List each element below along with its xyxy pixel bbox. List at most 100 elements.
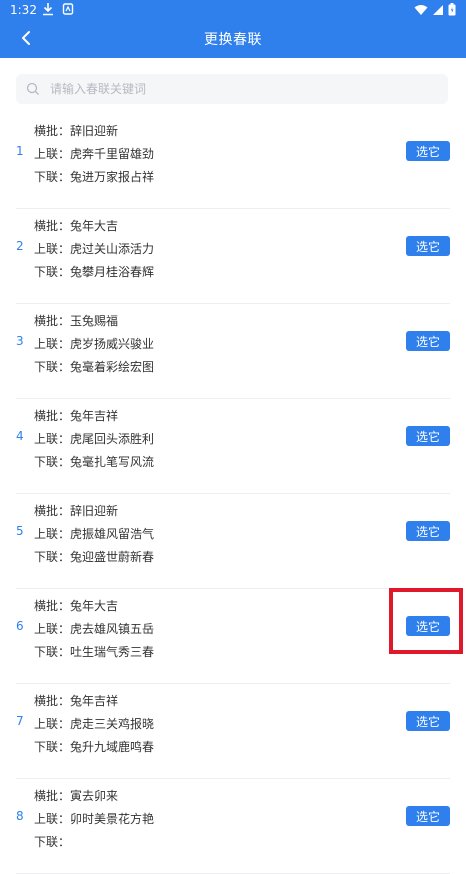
heng-line: 横批：兔年吉祥 xyxy=(34,405,154,428)
xia-line: 下联：兔进万家报占祥 xyxy=(34,166,154,189)
xia-text: 兔毫扎笔写风流 xyxy=(70,455,155,469)
xia-label: 下联： xyxy=(34,645,71,659)
heng-line: 横批：兔年吉祥 xyxy=(34,690,154,713)
heng-line: 横批：兔年大吉 xyxy=(34,215,154,238)
status-time: 1:32 xyxy=(10,3,37,17)
shang-line: 上联：虎岁扬威兴骏业 xyxy=(34,333,154,356)
shang-line: 上联：虎过关山添活力 xyxy=(34,238,154,261)
heng-label: 横批： xyxy=(34,409,71,423)
shang-text: 虎走三关鸡报晓 xyxy=(70,717,155,731)
xia-label: 下联： xyxy=(34,835,71,849)
heng-line: 横批：辞旧迎新 xyxy=(34,500,154,523)
choose-button[interactable]: 选它 xyxy=(406,426,450,446)
heng-text: 兔年大吉 xyxy=(70,599,119,613)
shang-text: 虎岁扬威兴骏业 xyxy=(70,337,155,351)
xia-line: 下联：兔攀月桂浴春辉 xyxy=(34,261,154,284)
status-left-icons xyxy=(42,2,74,16)
choose-button[interactable]: 选它 xyxy=(406,141,450,161)
choose-button[interactable]: 选它 xyxy=(406,236,450,256)
search-bar[interactable] xyxy=(16,74,448,104)
page-title: 更换春联 xyxy=(204,32,262,48)
heng-line: 横批：兔年大吉 xyxy=(34,595,154,618)
choose-button[interactable]: 选它 xyxy=(406,331,450,351)
item-index: 2 xyxy=(16,239,24,253)
choose-button[interactable]: 选它 xyxy=(406,616,450,636)
notification-app-icon xyxy=(62,3,74,15)
heng-label: 横批： xyxy=(34,219,71,233)
heng-line: 横批：辞旧迎新 xyxy=(34,120,154,143)
shang-label: 上联： xyxy=(34,147,71,161)
signal-icon xyxy=(433,4,443,15)
list-item: 7 横批：兔年吉祥 上联：虎走三关鸡报晓 下联：兔升九域鹿鸣春 选它 xyxy=(16,684,450,779)
list-item: 2 横批：兔年大吉 上联：虎过关山添活力 下联：兔攀月桂浴春辉 选它 xyxy=(16,209,450,304)
search-input[interactable] xyxy=(48,81,432,97)
item-index: 1 xyxy=(16,144,24,158)
heng-label: 横批： xyxy=(34,124,71,138)
heng-text: 辞旧迎新 xyxy=(70,504,119,518)
heng-text: 兔年吉祥 xyxy=(70,694,119,708)
heng-text: 兔年吉祥 xyxy=(70,409,119,423)
search-icon xyxy=(26,82,39,95)
shang-label: 上联： xyxy=(34,432,71,446)
xia-label: 下联： xyxy=(34,455,71,469)
shang-line: 上联：虎振雄风留浩气 xyxy=(34,523,154,546)
item-index: 7 xyxy=(16,714,24,728)
status-right-icons xyxy=(414,3,456,16)
xia-line: 下联：兔毫着彩绘宏图 xyxy=(34,356,154,379)
shang-text: 虎过关山添活力 xyxy=(70,242,155,256)
shang-text: 虎振雄风留浩气 xyxy=(70,527,155,541)
xia-line: 下联：吐生瑞气秀三春 xyxy=(34,641,154,664)
shang-text: 虎尾回头添胜利 xyxy=(70,432,155,446)
shang-label: 上联： xyxy=(34,527,71,541)
shang-label: 上联： xyxy=(34,812,71,826)
shang-label: 上联： xyxy=(34,717,71,731)
choose-button[interactable]: 选它 xyxy=(406,711,450,731)
xia-label: 下联： xyxy=(34,550,71,564)
heng-text: 寅去卯来 xyxy=(70,789,119,803)
heng-label: 横批： xyxy=(34,599,71,613)
item-index: 6 xyxy=(16,619,24,633)
shang-line: 上联：虎奔千里留雄劲 xyxy=(34,143,154,166)
shang-text: 虎奔千里留雄劲 xyxy=(70,147,155,161)
heng-line: 横批：寅去卯来 xyxy=(34,785,154,808)
heng-label: 横批： xyxy=(34,314,71,328)
item-index: 5 xyxy=(16,524,24,538)
xia-line: 下联：兔毫扎笔写风流 xyxy=(34,451,154,474)
shang-label: 上联： xyxy=(34,337,71,351)
xia-label: 下联： xyxy=(34,740,71,754)
shang-label: 上联： xyxy=(34,622,71,636)
heng-label: 横批： xyxy=(34,694,71,708)
shang-line: 上联：虎去雄风镇五岳 xyxy=(34,618,154,641)
heng-text: 辞旧迎新 xyxy=(70,124,119,138)
shang-line: 上联：虎走三关鸡报晓 xyxy=(34,713,154,736)
status-bar: 1:32 xyxy=(0,0,466,20)
choose-button[interactable]: 选它 xyxy=(406,806,450,826)
xia-label: 下联： xyxy=(34,265,71,279)
item-index: 8 xyxy=(16,809,24,823)
heng-label: 横批： xyxy=(34,504,71,518)
xia-line: 下联：兔迎盛世蔚新春 xyxy=(34,546,154,569)
xia-text: 兔攀月桂浴春辉 xyxy=(70,265,155,279)
shang-text: 卯时美景花方艳 xyxy=(70,812,155,826)
list-item: 8 横批：寅去卯来 上联：卯时美景花方艳 下联： 选它 xyxy=(16,779,450,874)
heng-label: 横批： xyxy=(34,789,71,803)
list-item: 6 横批：兔年大吉 上联：虎去雄风镇五岳 下联：吐生瑞气秀三春 选它 xyxy=(16,589,450,684)
item-index: 3 xyxy=(16,334,24,348)
item-index: 4 xyxy=(16,429,24,443)
xia-text: 兔迎盛世蔚新春 xyxy=(70,550,155,564)
choose-button[interactable]: 选它 xyxy=(406,521,450,541)
list-item: 1 横批：辞旧迎新 上联：虎奔千里留雄劲 下联：兔进万家报占祥 选它 xyxy=(16,114,450,209)
shang-label: 上联： xyxy=(34,242,71,256)
xia-text: 兔进万家报占祥 xyxy=(70,170,155,184)
list-item: 3 横批：玉兔赐福 上联：虎岁扬威兴骏业 下联：兔毫着彩绘宏图 选它 xyxy=(16,304,450,399)
heng-line: 横批：玉兔赐福 xyxy=(34,310,154,333)
heng-text: 兔年大吉 xyxy=(70,219,119,233)
app-bar: 更换春联 xyxy=(0,20,466,58)
xia-line: 下联：兔升九域鹿鸣春 xyxy=(34,736,154,759)
battery-icon xyxy=(448,3,456,16)
shang-text: 虎去雄风镇五岳 xyxy=(70,622,155,636)
heng-text: 玉兔赐福 xyxy=(70,314,119,328)
xia-line: 下联： xyxy=(34,831,154,854)
xia-text: 兔毫着彩绘宏图 xyxy=(70,360,155,374)
download-icon xyxy=(43,3,53,16)
